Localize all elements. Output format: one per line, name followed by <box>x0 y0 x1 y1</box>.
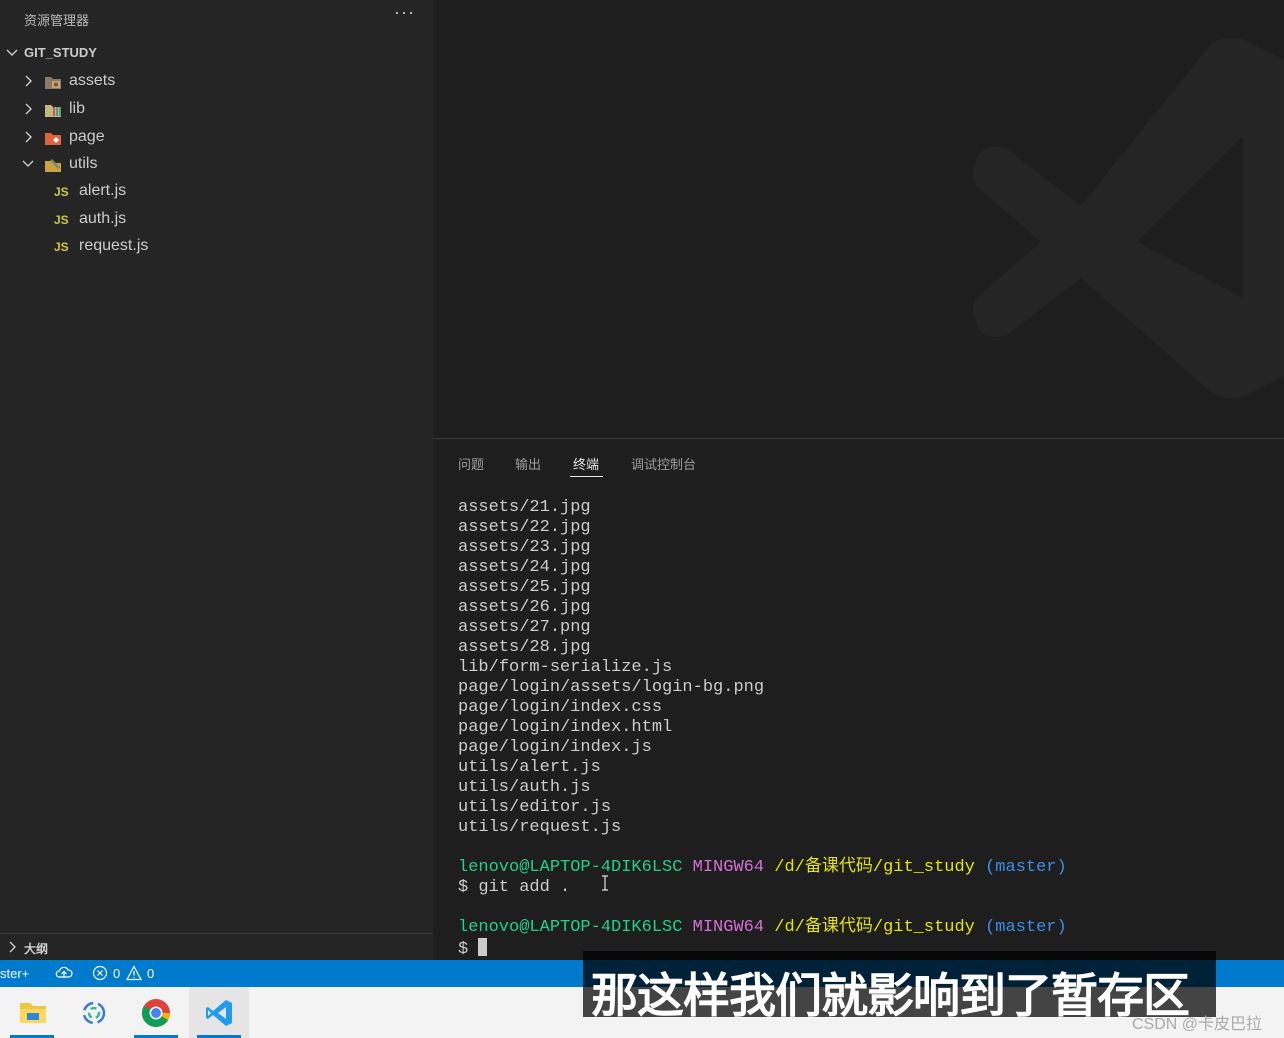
chevron-right-icon <box>20 73 36 89</box>
csdn-watermark: CSDN @卡皮巴拉 <box>1132 1016 1263 1033</box>
terminal-line: assets/22.jpg <box>458 518 591 537</box>
folder-page[interactable]: page <box>0 124 433 151</box>
prompt-symbol: $ <box>458 940 469 959</box>
terminal-file-list: assets/21.jpg assets/22.jpg assets/23.jpg a… <box>458 498 1067 838</box>
error-icon <box>92 965 108 981</box>
js-file-icon: JS <box>54 213 69 227</box>
terminal-line: utils/request.js <box>458 818 622 837</box>
warning-count: 0 <box>147 966 155 981</box>
workspace-root-label: GIT_STUDY <box>24 45 97 60</box>
terminal-line: assets/25.jpg <box>458 578 591 597</box>
explorer-sidebar: 资源管理器 ··· GIT_STUDY assets lib page util… <box>0 0 433 960</box>
prompt-user: lenovo@LAPTOP-4DIK6LSC <box>458 918 683 937</box>
taskbar-chrome[interactable] <box>126 987 186 1038</box>
folder-lib[interactable]: lib <box>0 96 433 123</box>
tab-debug-console[interactable]: 调试控制台 <box>631 454 696 473</box>
terminal-line: page/login/index.js <box>458 738 652 757</box>
outline-label: 大纲 <box>24 942 49 956</box>
terminal-prompt: lenovo@LAPTOP-4DIK6LSC MINGW64 /d/备课代码/g… <box>458 858 1067 878</box>
folder-tools-icon <box>44 157 62 173</box>
taskbar-app-2[interactable] <box>64 987 124 1038</box>
folder-label: assets <box>69 72 116 89</box>
file-label: request.js <box>79 237 149 254</box>
bottom-panel: 问题 输出 终端 调试控制台 assets/21.jpg assets/22.jp… <box>433 439 1284 960</box>
chevron-down-icon <box>4 45 20 61</box>
prompt-branch: (master) <box>985 858 1067 877</box>
taskbar-file-explorer[interactable] <box>2 987 62 1038</box>
terminal-line: page/login/index.css <box>458 698 663 717</box>
file-auth-js[interactable]: JS auth.js <box>0 206 433 233</box>
folder-label: utils <box>69 155 98 172</box>
terminal-line: assets/24.jpg <box>458 558 591 577</box>
sync-cloud-icon[interactable] <box>55 965 73 984</box>
js-file-icon: JS <box>54 185 69 199</box>
explorer-title: 资源管理器 <box>24 13 90 28</box>
error-count: 0 <box>113 966 121 981</box>
chevron-right-icon <box>4 939 20 955</box>
chrome-icon <box>141 999 170 1028</box>
subtitle-text: 那这样我们就影响到了暂存区 <box>591 969 1190 1022</box>
terminal-output[interactable]: assets/21.jpg assets/22.jpg assets/23.jpg a… <box>458 498 1067 960</box>
terminal-line: lib/form-serialize.js <box>458 658 673 677</box>
terminal-line: utils/editor.js <box>458 798 612 817</box>
folder-lib-icon <box>44 102 62 118</box>
warning-icon <box>126 965 142 981</box>
tab-output[interactable]: 输出 <box>515 454 541 473</box>
prompt-path: /d/备课代码/git_study <box>774 858 975 877</box>
file-label: alert.js <box>79 182 127 199</box>
editor-area[interactable] <box>433 0 1284 438</box>
terminal-line: assets/26.jpg <box>458 598 591 617</box>
terminal-line: assets/28.jpg <box>458 638 591 657</box>
chevron-right-icon <box>20 101 36 117</box>
js-file-icon: JS <box>54 240 69 254</box>
terminal-line: assets/21.jpg <box>458 498 591 517</box>
folder-utils[interactable]: utils <box>0 151 433 178</box>
git-branch-status[interactable]: ster+ <box>0 966 29 981</box>
more-actions-icon[interactable]: ··· <box>394 2 415 23</box>
vscode-icon <box>206 1000 232 1026</box>
file-request-js[interactable]: JS request.js <box>0 233 433 260</box>
file-label: auth.js <box>79 210 127 227</box>
terminal-line: assets/23.jpg <box>458 538 591 557</box>
prompt-user: lenovo@LAPTOP-4DIK6LSC <box>458 858 683 877</box>
tab-terminal[interactable]: 终端 <box>573 454 599 473</box>
video-subtitle: 那这样我们就影响到了暂存区 <box>583 951 1216 1022</box>
terminal-line: utils/auth.js <box>458 778 591 797</box>
app-swirl-icon <box>82 1001 106 1025</box>
tab-problems[interactable]: 问题 <box>458 454 484 473</box>
chevron-right-icon <box>20 129 36 145</box>
terminal-line: page/login/index.html <box>458 718 673 737</box>
folder-assets[interactable]: assets <box>0 68 433 95</box>
terminal-line: utils/alert.js <box>458 758 601 777</box>
terminal-cursor <box>478 938 488 956</box>
terminal-line: assets/27.png <box>458 618 591 637</box>
outline-section[interactable]: 大纲 <box>0 933 433 961</box>
terminal-prompt: lenovo@LAPTOP-4DIK6LSC MINGW64 /d/备课代码/g… <box>458 918 1067 938</box>
workspace-root[interactable]: GIT_STUDY <box>0 42 433 64</box>
chevron-down-icon <box>20 156 36 172</box>
active-tab-indicator <box>570 476 603 477</box>
prompt-branch: (master) <box>985 918 1067 937</box>
explorer-header: 资源管理器 ··· <box>0 0 433 36</box>
text-cursor-icon <box>602 875 608 891</box>
file-alert-js[interactable]: JS alert.js <box>0 178 433 205</box>
folder-images-icon <box>44 74 62 90</box>
folder-label: page <box>69 128 105 145</box>
vscode-watermark-icon <box>973 38 1284 398</box>
folder-label: lib <box>69 100 86 117</box>
terminal-line: page/login/assets/login-bg.png <box>458 678 765 697</box>
prompt-env: MINGW64 <box>692 918 765 937</box>
folder-view-icon <box>44 130 62 146</box>
file-explorer-icon <box>20 1003 46 1023</box>
prompt-path: /d/备课代码/git_study <box>774 918 975 937</box>
taskbar-vscode[interactable] <box>189 987 249 1038</box>
prompt-env: MINGW64 <box>692 858 765 877</box>
terminal-command: $ git add . <box>458 878 571 897</box>
